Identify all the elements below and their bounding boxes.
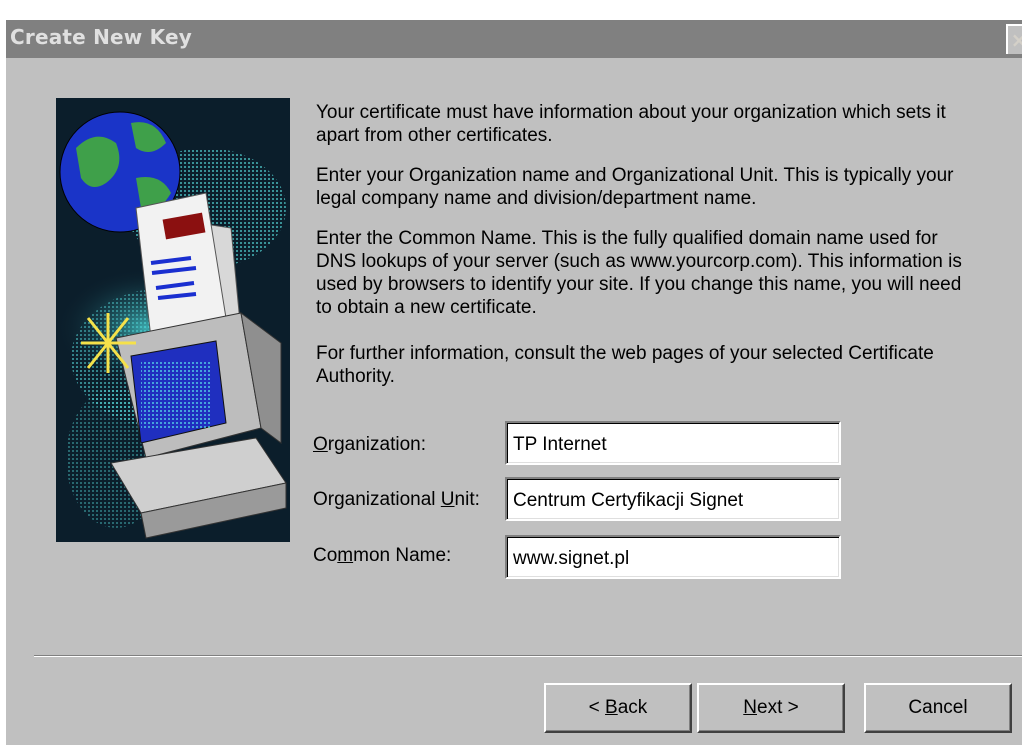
window-top-edge xyxy=(0,0,1022,20)
window-left-edge xyxy=(0,20,6,745)
cancel-button[interactable]: Cancel xyxy=(864,683,1012,733)
window-title: Create New Key xyxy=(10,25,192,49)
wizard-illustration xyxy=(56,98,290,542)
close-button[interactable]: × xyxy=(1006,24,1022,54)
next-button-label: ext > xyxy=(757,697,799,718)
create-new-key-dialog: Create New Key × Your certificate must h… xyxy=(0,0,1022,745)
common-name-label: Common Name: xyxy=(313,544,451,567)
common-name-label-text: mon Name: xyxy=(353,545,452,566)
back-button-label: ack xyxy=(617,697,648,718)
back-button-hotkey: B xyxy=(605,697,618,718)
button-separator xyxy=(34,655,1022,657)
back-button[interactable]: < Back xyxy=(544,683,692,733)
description-paragraph-4: For further information, consult the web… xyxy=(316,343,934,387)
organization-label-text: rganization: xyxy=(327,434,427,455)
common-name-label-hotkey: m xyxy=(337,545,354,566)
unit-label-prefix: Organizational xyxy=(313,489,441,510)
description-paragraph-1: Your certificate must have information a… xyxy=(316,102,946,146)
common-name-input[interactable] xyxy=(505,535,841,579)
unit-label-text: nit: xyxy=(454,489,480,510)
unit-label-hotkey: U xyxy=(440,489,455,510)
description-paragraph-3: Enter the Common Name. This is the fully… xyxy=(316,228,962,318)
organization-input[interactable] xyxy=(505,421,841,465)
back-button-arrow: < xyxy=(588,697,606,718)
organization-label-hotkey: O xyxy=(313,434,328,455)
organizational-unit-input[interactable] xyxy=(505,477,841,521)
next-button[interactable]: Next > xyxy=(697,683,845,733)
common-name-label-prefix: Co xyxy=(313,545,338,566)
organizational-unit-label: Organizational Unit: xyxy=(313,488,480,511)
organization-label: Organization: xyxy=(313,433,426,456)
certificate-globe-computer-icon xyxy=(56,98,290,542)
description-paragraph-2: Enter your Organization name and Organiz… xyxy=(316,165,954,209)
next-button-hotkey: N xyxy=(743,697,757,718)
title-bar[interactable]: Create New Key × xyxy=(6,20,1022,58)
close-icon: × xyxy=(1010,28,1022,52)
